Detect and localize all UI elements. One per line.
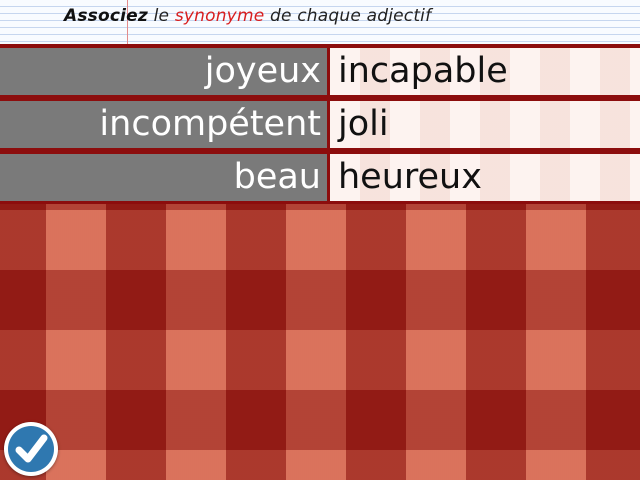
adjective-cell: incompétent — [0, 101, 327, 148]
check-icon — [15, 434, 48, 463]
instruction-article: le — [148, 6, 175, 26]
instruction-banner: Associez le synonyme de chaque adjectif — [0, 0, 640, 44]
synonym-option[interactable]: joli — [330, 101, 640, 148]
synonym-option[interactable]: heureux — [330, 154, 640, 201]
instruction-text: Associez le synonyme de chaque adjectif — [64, 6, 431, 26]
match-row: beau heureux — [0, 154, 640, 201]
instruction-rest: de chaque adjectif — [264, 6, 432, 26]
instruction-keyword: synonyme — [174, 6, 265, 26]
validate-button[interactable] — [4, 422, 58, 476]
match-row: joyeux incapable — [0, 48, 640, 95]
adjective-cell: joyeux — [0, 48, 327, 95]
synonym-option[interactable]: incapable — [330, 48, 640, 95]
adjective-cell: beau — [0, 154, 327, 201]
match-row: incompétent joli — [0, 101, 640, 148]
instruction-verb: Associez — [64, 6, 149, 26]
